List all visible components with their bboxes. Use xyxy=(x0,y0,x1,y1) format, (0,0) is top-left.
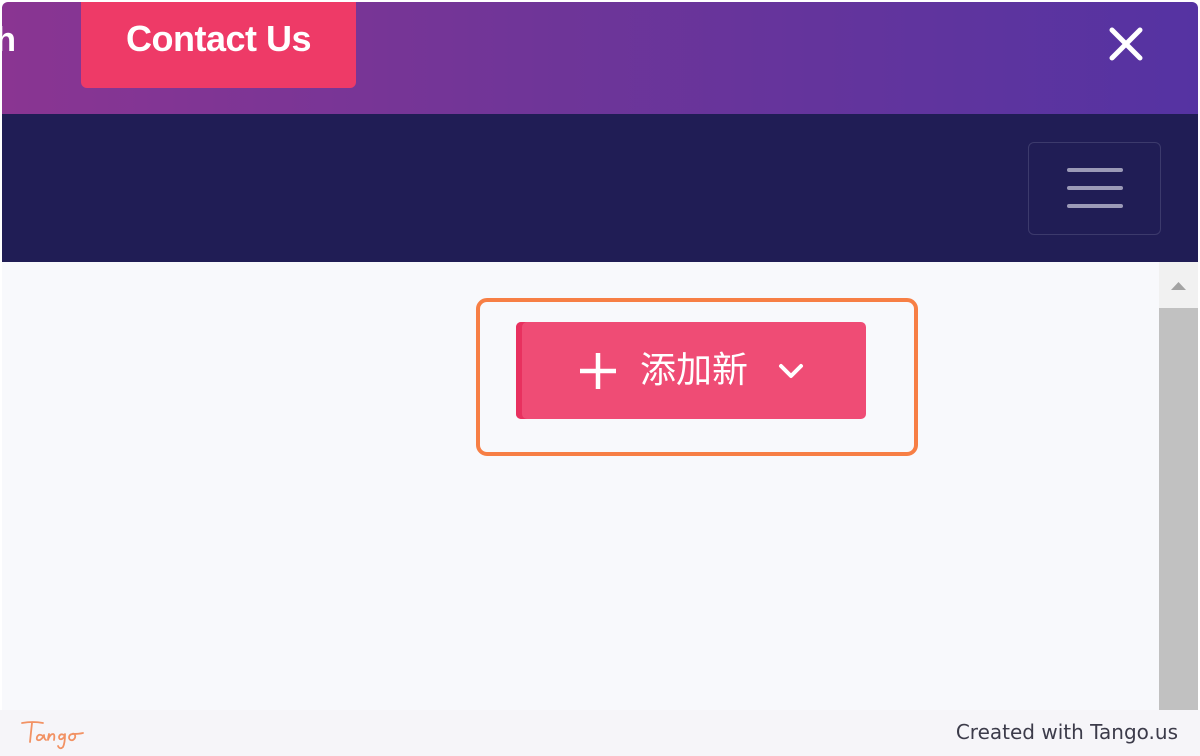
tango-footer: Created with Tango.us xyxy=(0,710,1200,756)
top-header-bar: h Contact Us xyxy=(2,2,1198,114)
navigation-bar xyxy=(2,114,1198,262)
scroll-up-arrow-icon[interactable] xyxy=(1159,276,1198,296)
plus-icon xyxy=(579,352,616,389)
chevron-down-icon xyxy=(779,363,803,378)
scrollbar-thumb[interactable] xyxy=(1159,308,1198,710)
add-new-button[interactable]: 添加新 xyxy=(516,322,866,419)
vertical-scrollbar[interactable] xyxy=(1159,262,1198,710)
add-new-label: 添加新 xyxy=(639,349,748,391)
tango-logo xyxy=(21,721,84,750)
contact-us-label: Contact Us xyxy=(125,18,312,59)
contact-us-button[interactable]: Contact Us xyxy=(81,2,356,88)
created-with-credit: Created with Tango.us xyxy=(955,720,1178,744)
close-icon xyxy=(1109,27,1143,61)
menu-toggle-button[interactable] xyxy=(1028,142,1161,235)
nav-link-partial[interactable]: h xyxy=(2,20,16,60)
app-frame: h Contact Us 添加新 xyxy=(2,2,1198,710)
main-content: 添加新 xyxy=(2,262,1159,710)
close-button[interactable] xyxy=(1102,20,1150,68)
